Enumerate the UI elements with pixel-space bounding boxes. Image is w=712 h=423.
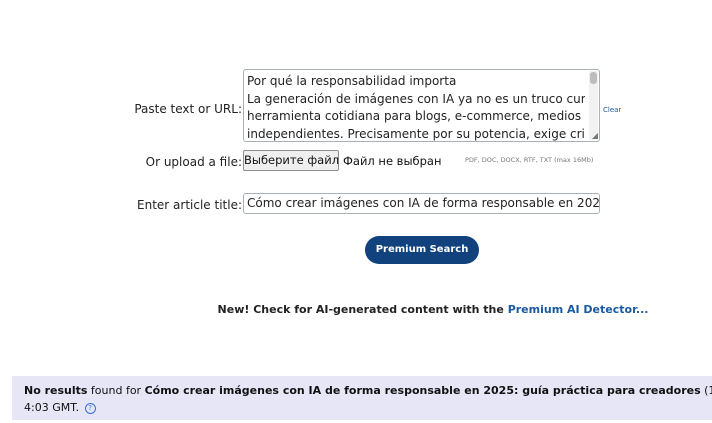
resize-handle-icon[interactable]: ◢ [592, 132, 598, 140]
premium-ai-detector-link[interactable]: Premium AI Detector... [508, 303, 649, 316]
premium-search-button[interactable]: Premium Search [365, 236, 479, 264]
textarea-line: herramienta cotidiana para blogs, e-comm… [247, 109, 585, 124]
help-icon[interactable]: ? [84, 402, 96, 414]
ai-detector-promo: New! Check for AI-generated content with… [0, 303, 712, 316]
result-details: (1,109 words, $0.1 [704, 384, 712, 397]
result-query: Cómo crear imágenes con IA de forma resp… [144, 384, 701, 397]
paste-label: Paste text or URL: [134, 102, 242, 116]
file-status: Файл не выбран [343, 154, 442, 168]
found-for-text: found for [87, 384, 145, 397]
textarea-line: independientes. Precisamente por su pote… [247, 126, 585, 141]
result-banner: No results found for Cómo crear imágenes… [12, 376, 712, 420]
textarea-line: Por qué la responsabilidad importa [247, 74, 457, 88]
article-title-input[interactable]: Cómo crear imágenes con IA de forma resp… [243, 193, 600, 214]
no-results-label: No results [24, 384, 88, 397]
file-format-hint: PDF, DOC, DOCX, RTF, TXT (max 16Mb) [465, 156, 594, 164]
scrollbar-thumb[interactable] [590, 72, 597, 84]
textarea-line: La generación de imágenes con IA ya no e… [247, 91, 585, 106]
clear-link[interactable]: Clear [603, 106, 621, 114]
result-time: 4:03 GMT. [24, 401, 80, 414]
paste-textarea[interactable]: Por qué la responsabilidad importa La ge… [243, 69, 600, 142]
result-line-1: No results found for Cómo crear imágenes… [24, 382, 712, 399]
title-label: Enter article title: [137, 198, 242, 212]
result-line-2: 4:03 GMT. ? [24, 399, 712, 416]
choose-file-button[interactable]: Выберите файл [243, 150, 339, 171]
promo-text: New! Check for AI-generated content with… [217, 303, 508, 316]
upload-label: Or upload a file: [145, 155, 242, 169]
textarea-scrollbar[interactable] [589, 71, 598, 140]
